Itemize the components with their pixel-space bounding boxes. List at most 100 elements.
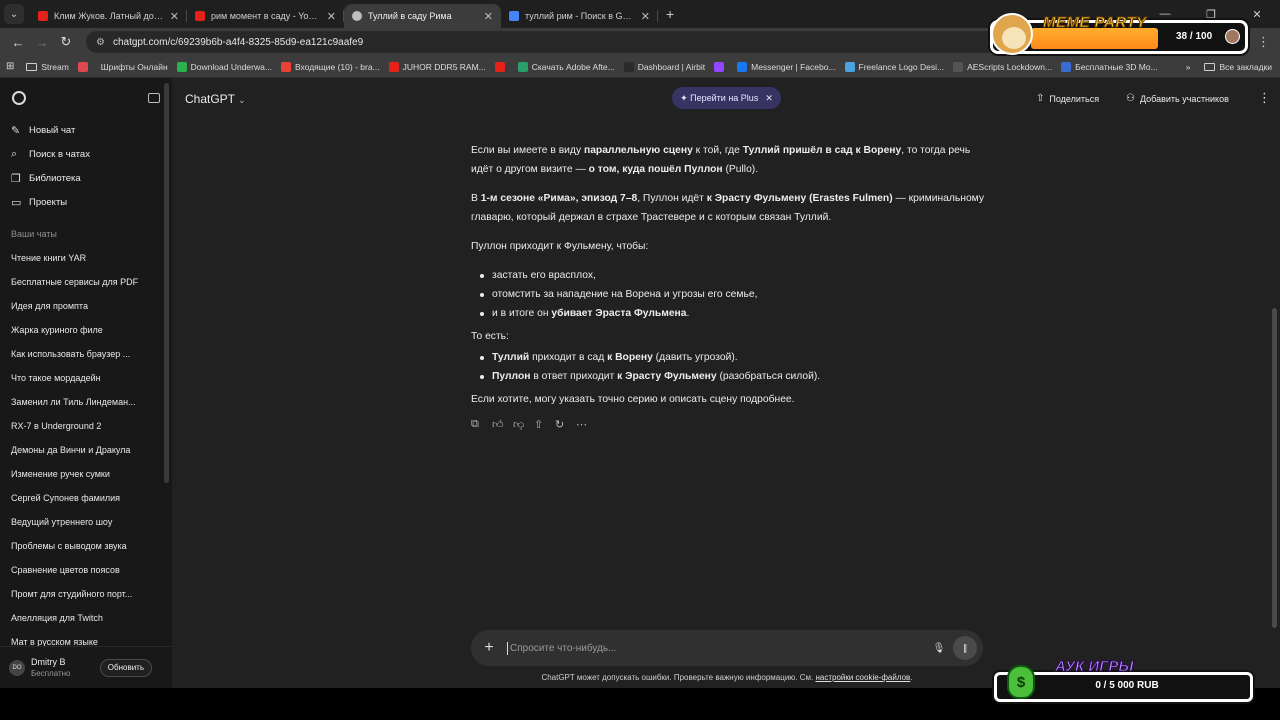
bookmark-item[interactable]: Скачать Adobe Afte... (517, 61, 615, 72)
main-scrollbar[interactable] (1272, 308, 1277, 628)
close-window-icon[interactable]: ✕ (1234, 8, 1280, 21)
user-plan: Бесплатно (31, 669, 71, 678)
browser-tab[interactable]: Туллий в саду Рима ✕ (344, 4, 501, 28)
bookmark-label: Stream (41, 61, 69, 72)
chat-history-item[interactable]: Как использовать браузер ... (0, 342, 172, 366)
microphone-icon[interactable]: 🎙︎ (925, 643, 953, 654)
share-button[interactable]: ⇧ Поделиться (1036, 93, 1099, 104)
browser-tab[interactable]: рим момент в саду - YouTube ✕ (187, 4, 344, 28)
forward-arrow-icon[interactable]: → (30, 35, 54, 50)
avatar[interactable]: DO (9, 659, 25, 676)
bookmark-item[interactable]: Dashboard | Airbit (623, 61, 705, 72)
regenerate-icon[interactable]: ↻ (555, 418, 576, 431)
add-user-icon: ⚇ (1126, 93, 1135, 104)
maximize-icon[interactable]: ❐ (1188, 8, 1234, 21)
more-icon[interactable]: ⋯ (576, 418, 597, 431)
message-list: Туллий приходит в сад к Ворену (давить у… (471, 348, 991, 386)
chat-history-item[interactable]: RX-7 в Underground 2 (0, 414, 172, 438)
all-bookmarks-folder[interactable]: Все закладки (1204, 62, 1272, 72)
add-participants-button[interactable]: ⚇ Добавить участников (1126, 93, 1229, 104)
sidebar-item[interactable]: ❐ Библиотека (0, 166, 172, 190)
auction-title: АУК ИГРЫ (1054, 658, 1134, 676)
user-panel[interactable]: DO Dmitry B Бесплатно Обновить (0, 646, 172, 688)
bookmark-item[interactable]: Бесплатные 3D Mo... (1061, 61, 1158, 72)
chat-history-item[interactable]: Изменение ручек сумки (0, 462, 172, 486)
back-arrow-icon[interactable]: ← (6, 35, 30, 50)
chat-history-item[interactable]: Сравнение цветов поясов (0, 558, 172, 582)
copy-icon[interactable]: ⧉ (471, 418, 492, 431)
sidebar-item[interactable]: ✎ Новый чат (0, 118, 172, 142)
bookmark-favicon-icon (1061, 61, 1072, 72)
minimize-icon[interactable]: — (1142, 8, 1188, 20)
new-tab-plus-icon[interactable]: + (666, 6, 674, 22)
model-selector[interactable]: ChatGPT ⌄ (185, 92, 246, 106)
chat-history-item[interactable]: Демоны да Винчи и Дракула (0, 438, 172, 462)
message-paragraph: Если вы имеете в виду параллельную сцену… (471, 141, 991, 179)
cookie-settings-link[interactable]: настройки cookie-файлов (815, 673, 910, 682)
close-icon[interactable]: ✕ (765, 93, 773, 104)
browser-tab[interactable]: Клим Жуков. Латный доспех ✕ (30, 4, 187, 28)
share-icon[interactable]: ⇧ (534, 418, 555, 431)
browser-tab[interactable]: туллий рим - Поиск в Google ✕ (501, 4, 658, 28)
sidebar-scrollbar[interactable] (164, 83, 169, 483)
disclaimer: ChatGPT может допускать ошибки. Проверьт… (471, 673, 983, 682)
bookmarks-overflow-icon[interactable]: » (1186, 62, 1191, 72)
tab-close-icon[interactable]: ✕ (327, 10, 336, 23)
tab-search-chevron-icon[interactable]: ⌄ (4, 4, 24, 24)
search-icon: ⌕ (11, 147, 18, 160)
sidebar-item[interactable]: ⌕ Поиск в чатах (0, 142, 172, 166)
bookmark-item[interactable] (494, 61, 509, 72)
attach-plus-icon[interactable]: + (471, 639, 507, 657)
sidebar-item-label: Библиотека (29, 172, 81, 184)
bookmark-label: AEScripts Lockdown... (967, 61, 1053, 72)
chat-history-item[interactable]: Чтение книги YAR (0, 246, 172, 270)
bookmark-item[interactable]: Входящие (10) - bra... (280, 61, 380, 72)
chat-history-item[interactable]: Идея для промпта (0, 294, 172, 318)
sidebar-toggle-icon[interactable] (148, 93, 160, 103)
meme-counter: 38 / 100 (1176, 31, 1213, 42)
tab-close-icon[interactable]: ✕ (484, 10, 493, 23)
apps-grid-icon[interactable]: ⊞ (6, 61, 14, 72)
bookmark-item[interactable]: Шрифты Онлайн (101, 62, 168, 72)
bookmark-item[interactable]: Download Underwa... (176, 61, 272, 72)
bookmark-favicon-icon (494, 61, 505, 72)
chat-sidebar: ✎ Новый чат ⌕ Поиск в чатах ❐ Библиотека ▭ Прое… (0, 78, 172, 688)
chat-history-item[interactable]: Сергей Супонев фамилия (0, 486, 172, 510)
chat-history-item[interactable]: Проблемы с выводом звука (0, 534, 172, 558)
bookmark-item[interactable]: Stream (26, 61, 69, 72)
chat-history-item[interactable]: Жарка куриного филе (0, 318, 172, 342)
user-name: Dmitry B (31, 657, 66, 667)
sidebar-item[interactable]: ▭ Проекты (0, 190, 172, 214)
reload-icon[interactable]: ↻ (54, 34, 78, 50)
bookmark-item[interactable]: Messenger | Facebo... (737, 61, 836, 72)
bookmark-item[interactable] (714, 61, 728, 72)
library-icon: ❐ (11, 172, 21, 185)
thumbs-down-icon[interactable]: 👎︎ (513, 418, 534, 431)
tab-close-icon[interactable]: ✕ (641, 10, 650, 23)
bookmark-item[interactable]: JUHOR DDR5 RAM... (388, 61, 486, 72)
tab-close-icon[interactable]: ✕ (170, 10, 179, 23)
voice-mode-icon[interactable]: ∥ (953, 636, 977, 660)
sidebar-item-label: Проекты (29, 196, 68, 208)
add-participants-label: Добавить участников (1139, 93, 1229, 104)
chat-history-item[interactable]: Бесплатные сервисы для PDF (0, 270, 172, 294)
upgrade-button[interactable]: Обновить (99, 658, 152, 677)
text-run: к той, где (692, 145, 743, 156)
chat-history-item[interactable]: Апелляция для Twitch (0, 606, 172, 630)
chat-history-item[interactable]: Ведущий утреннего шоу (0, 510, 172, 534)
upgrade-plus-pill[interactable]: ✦ Перейти на Plus ✕ (672, 87, 781, 109)
more-options-icon[interactable]: ⋮ (1258, 90, 1271, 106)
site-info-icon[interactable]: ⚙ (96, 37, 105, 48)
prompt-input[interactable]: Спросите что-нибудь... (507, 641, 925, 655)
browser-menu-icon[interactable]: ⋮ (1257, 34, 1270, 50)
bookmark-label: Скачать Adobe Afte... (531, 61, 615, 72)
thumbs-up-icon[interactable]: 👍︎ (492, 418, 513, 431)
chat-history-item[interactable]: Заменил ли Тиль Линдеман... (0, 390, 172, 414)
chat-history-item[interactable]: Что такое мордадейн (0, 366, 172, 390)
openai-logo-icon[interactable] (12, 91, 26, 105)
chat-history-item[interactable]: Промт для студийного порт... (0, 582, 172, 606)
bookmark-item[interactable]: AEScripts Lockdown... (953, 61, 1053, 72)
bookmark-item[interactable] (77, 61, 92, 72)
bookmark-item[interactable]: Freelance Logo Desi... (844, 61, 944, 72)
tab-separator (657, 10, 658, 22)
